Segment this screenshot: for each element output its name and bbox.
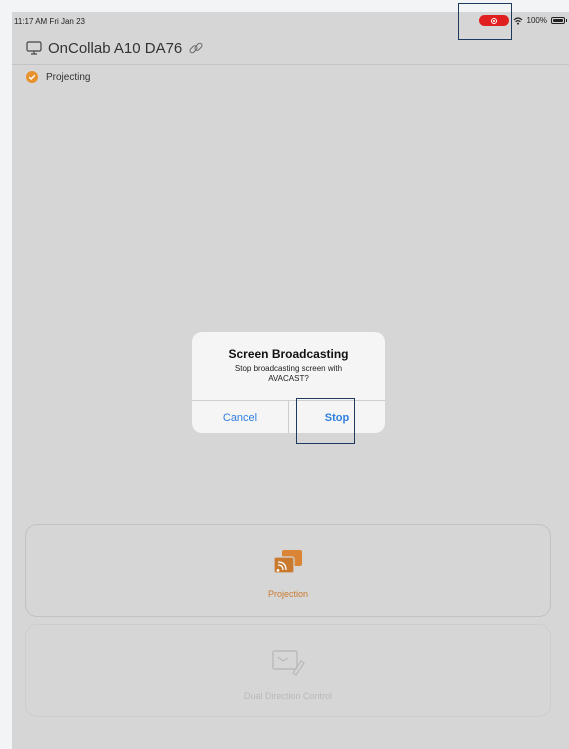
battery-percent: 100% xyxy=(526,16,547,25)
dialog-message: Stop broadcasting screen with AVACAST? xyxy=(234,364,343,383)
highlight-stop-button xyxy=(296,398,355,444)
device-name: OnCollab A10 DA76 xyxy=(48,39,183,57)
stop-broadcast-dialog: Screen Broadcasting Stop broadcasting sc… xyxy=(192,332,385,433)
check-circle-icon xyxy=(26,71,38,83)
projecting-label: Projecting xyxy=(46,71,91,83)
battery-icon xyxy=(551,17,567,24)
status-time: 11:17 AM Fri Jan 23 xyxy=(14,17,85,26)
projecting-status: Projecting xyxy=(26,71,90,83)
dialog-button-row: Cancel Stop xyxy=(192,400,385,433)
link-icon[interactable] xyxy=(188,40,204,56)
wifi-icon xyxy=(513,16,522,25)
monitor-icon xyxy=(26,41,42,55)
highlight-recording-indicator xyxy=(458,3,512,40)
dual-direction-card[interactable]: Dual Direction Control xyxy=(25,624,551,717)
cast-icon xyxy=(273,550,302,574)
app-screen: 11:17 AM Fri Jan 23 100% OnCollab A10 DA… xyxy=(12,12,569,749)
dialog-title: Screen Broadcasting xyxy=(228,347,349,361)
projection-card[interactable]: Projection xyxy=(25,524,551,617)
cancel-button[interactable]: Cancel xyxy=(192,401,288,433)
dual-direction-label: Dual Direction Control xyxy=(243,691,333,701)
dual-control-icon xyxy=(272,650,305,676)
projection-label: Projection xyxy=(267,589,309,599)
